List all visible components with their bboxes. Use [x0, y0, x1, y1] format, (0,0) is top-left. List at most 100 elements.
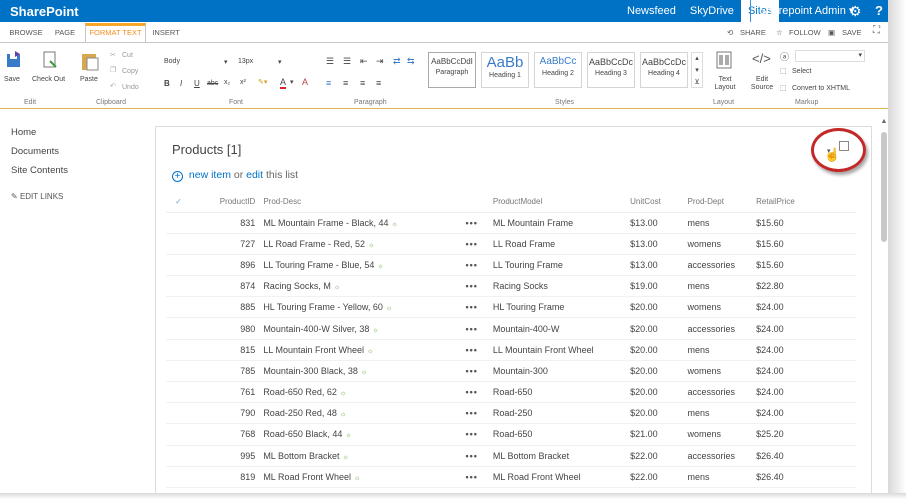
font-size-dropdown-icon[interactable]: ▾: [278, 58, 282, 66]
prod-desc[interactable]: HL Touring Frame - Yellow, 60 ☼: [263, 296, 466, 319]
item-menu-ellipsis[interactable]: •••: [465, 275, 493, 298]
share-icon[interactable]: ⟲: [727, 28, 733, 37]
row-select-cell[interactable]: [166, 254, 191, 277]
item-menu-ellipsis[interactable]: •••: [465, 360, 493, 383]
prod-desc[interactable]: Mountain-400-W Silver, 38 ☼: [263, 317, 466, 340]
prod-desc[interactable]: LL Road Frame - Red, 52 ☼: [263, 233, 466, 255]
convert-icon[interactable]: ⬚: [780, 84, 787, 92]
language-icon[interactable]: ⓐ: [780, 50, 789, 63]
edit-links[interactable]: ✎ EDIT LINKS: [11, 192, 141, 201]
suite-link-newsfeed[interactable]: Newsfeed: [620, 0, 683, 22]
follow-icon[interactable]: ☆: [776, 28, 783, 37]
ltr-icon[interactable]: ⇄: [393, 56, 401, 67]
select-button[interactable]: Select: [792, 68, 811, 75]
item-menu-ellipsis[interactable]: •••: [465, 296, 493, 319]
row-select-cell[interactable]: [166, 296, 191, 319]
save-page-icon[interactable]: ▣: [828, 28, 835, 37]
item-menu-ellipsis[interactable]: •••: [465, 402, 493, 425]
subscript-button[interactable]: x₂: [224, 79, 230, 86]
item-menu-ellipsis[interactable]: •••: [465, 381, 493, 404]
row-select-cell[interactable]: [166, 466, 191, 488]
rtl-icon[interactable]: ⇆: [407, 56, 415, 67]
table-row[interactable]: 980 Mountain-400-W Silver, 38 ☼ ••• Mountain…: [166, 317, 856, 340]
column-header-prod-dept[interactable]: Prod-Dept: [687, 191, 757, 213]
scroll-up-icon[interactable]: ▲: [880, 118, 888, 125]
nav-item-home[interactable]: Home: [11, 127, 141, 146]
focus-content-icon[interactable]: ⛶: [873, 25, 880, 36]
help-icon[interactable]: ?: [875, 3, 883, 18]
font-family-dropdown-icon[interactable]: ▾: [224, 58, 228, 66]
suite-link-skydrive[interactable]: SkyDrive: [683, 0, 741, 22]
styles-scroll-icon[interactable]: ▴ ▾ ⊻: [691, 52, 703, 88]
italic-button[interactable]: I: [180, 79, 182, 88]
column-header-retailprice[interactable]: RetailPrice: [756, 191, 856, 213]
style-paragraph[interactable]: AaBbCcDdI Paragraph: [428, 52, 476, 88]
item-menu-ellipsis[interactable]: •••: [465, 233, 493, 255]
table-row[interactable]: 727 LL Road Frame - Red, 52 ☼ ••• LL Road Fr…: [166, 233, 856, 255]
prod-desc[interactable]: ML Bottom Bracket ☼: [263, 445, 466, 467]
row-select-cell[interactable]: [166, 381, 191, 404]
outdent-icon[interactable]: ⇤: [360, 56, 368, 67]
table-row[interactable]: 896 LL Touring Frame - Blue, 54 ☼ ••• LL Tou…: [166, 254, 856, 277]
select-all-checkmark[interactable]: ✓: [166, 191, 191, 213]
align-center-icon[interactable]: ≡: [343, 78, 348, 88]
item-menu-ellipsis[interactable]: •••: [465, 466, 493, 488]
bullet-list-icon[interactable]: ☰: [326, 56, 334, 67]
prod-desc[interactable]: Road-650 Red, 62 ☼: [263, 381, 466, 404]
font-color-dropdown-icon[interactable]: ▾: [290, 78, 294, 86]
table-row[interactable]: 785 Mountain-300 Black, 38 ☼ ••• Mountain-30…: [166, 360, 856, 383]
text-layout-button[interactable]: Text Layout: [710, 76, 740, 92]
webpart-title[interactable]: Products [1]: [172, 142, 241, 157]
edit-list-link[interactable]: edit: [246, 169, 263, 181]
row-select-cell[interactable]: [166, 360, 191, 383]
row-select-cell[interactable]: [166, 445, 191, 467]
strikethrough-button[interactable]: abc: [207, 80, 218, 87]
row-select-cell[interactable]: [166, 317, 191, 340]
justify-icon[interactable]: ≡: [376, 78, 381, 88]
item-menu-ellipsis[interactable]: •••: [465, 423, 493, 446]
prod-desc[interactable]: Mountain-300 Black, 38 ☼: [263, 360, 466, 383]
style-heading-3[interactable]: AaBbCcDc Heading 3: [587, 52, 635, 88]
nav-item-site-contents[interactable]: Site Contents: [11, 165, 141, 184]
row-select-cell[interactable]: [166, 423, 191, 446]
table-row[interactable]: 874 Racing Socks, M ☼ ••• Racing Socks $19.00…: [166, 275, 856, 298]
prod-desc[interactable]: LL Touring Frame - Blue, 54 ☼: [263, 254, 466, 277]
undo-button[interactable]: Undo: [122, 84, 139, 91]
item-menu-ellipsis[interactable]: •••: [465, 339, 493, 361]
prod-desc[interactable]: ML Road Front Wheel ☼: [263, 466, 466, 488]
row-select-cell[interactable]: [166, 402, 191, 425]
table-row[interactable]: 995 ML Bottom Bracket ☼ ••• ML Bottom Bracke…: [166, 445, 856, 467]
font-family-select[interactable]: Body: [164, 58, 180, 65]
numbered-list-icon[interactable]: ☰: [343, 56, 351, 67]
prod-desc[interactable]: Racing Socks, M ☼: [263, 275, 466, 298]
tab-page[interactable]: PAGE: [50, 24, 80, 44]
align-left-icon[interactable]: ≡: [326, 78, 331, 88]
column-header-productid[interactable]: ProductID: [190, 191, 264, 213]
tab-browse[interactable]: BROWSE: [8, 24, 44, 44]
superscript-button[interactable]: x²: [240, 79, 246, 86]
style-heading-4[interactable]: AaBbCcDc Heading 4: [640, 52, 688, 88]
column-header-productmodel[interactable]: ProductModel: [492, 191, 631, 213]
column-header-prod-desc[interactable]: Prod-Desc: [263, 191, 466, 213]
bold-button[interactable]: B: [164, 79, 170, 88]
highlight-icon[interactable]: ✎▾: [258, 78, 267, 86]
edit-source-button[interactable]: Edit Source: [748, 76, 776, 92]
sharepoint-brand[interactable]: SharePoint: [10, 4, 79, 19]
font-color-button[interactable]: A: [280, 77, 287, 89]
style-heading-1[interactable]: AaBb Heading 1: [481, 52, 529, 88]
check-out-button[interactable]: Check Out: [32, 76, 65, 83]
follow-button[interactable]: FOLLOW: [789, 28, 821, 37]
prod-desc[interactable]: Road-650 Black, 44 ☼: [263, 423, 466, 446]
row-select-cell[interactable]: [166, 212, 191, 234]
table-row[interactable]: 819 ML Road Front Wheel ☼ ••• ML Road Front …: [166, 466, 856, 488]
align-right-icon[interactable]: ≡: [360, 78, 365, 88]
clear-format-button[interactable]: A: [302, 77, 308, 87]
item-menu-ellipsis[interactable]: •••: [465, 445, 493, 467]
prod-desc[interactable]: ML Mountain Frame - Black, 44 ☼: [263, 212, 466, 234]
convert-xhtml-button[interactable]: Convert to XHTML: [792, 85, 850, 92]
table-row[interactable]: 768 Road-650 Black, 44 ☼ ••• Road-650 $21.00 w…: [166, 423, 856, 446]
vertical-scrollbar[interactable]: ▲: [880, 118, 888, 493]
table-row[interactable]: 831 ML Mountain Frame - Black, 44 ☼ ••• ML M…: [166, 212, 856, 234]
item-menu-ellipsis[interactable]: •••: [465, 254, 493, 277]
indent-icon[interactable]: ⇥: [376, 56, 384, 67]
